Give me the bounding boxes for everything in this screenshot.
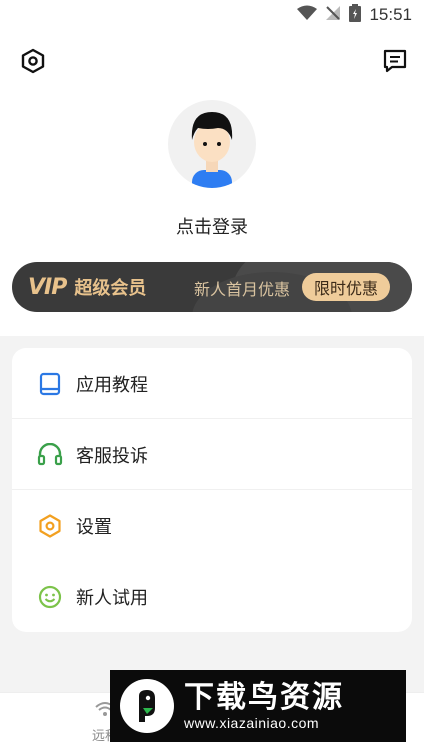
message-icon	[383, 49, 407, 73]
menu-item-support[interactable]: 客服投诉	[12, 419, 412, 490]
watermark-bird-icon	[120, 679, 174, 733]
settings-button[interactable]	[18, 46, 48, 76]
menu-item-label: 客服投诉	[76, 445, 148, 467]
menu-item-trial[interactable]: 新人试用	[12, 561, 412, 632]
menu-item-settings[interactable]: 设置	[12, 490, 412, 561]
watermark-url: www.xiazainiao.com	[184, 715, 320, 731]
watermark: 下载鸟资源 www.xiazainiao.com	[110, 670, 406, 742]
hexagon-settings-icon	[21, 48, 45, 74]
menu-item-label: 新人试用	[76, 587, 148, 609]
avatar[interactable]	[168, 100, 256, 188]
menu-item-tutorial[interactable]: 应用教程	[12, 348, 412, 419]
watermark-title: 下载鸟资源	[184, 680, 344, 715]
menu-item-label: 设置	[76, 516, 112, 538]
vip-promo-text: 新人首月优惠	[194, 280, 291, 299]
vip-title: 超级会员	[74, 278, 147, 299]
headset-icon	[37, 442, 63, 468]
battery-icon	[349, 4, 362, 26]
wifi-icon	[297, 5, 318, 25]
login-link[interactable]: 点击登录	[0, 213, 424, 239]
message-button[interactable]	[380, 46, 410, 76]
vip-badge-button[interactable]: 限时优惠	[301, 273, 390, 301]
status-time: 15:51	[369, 5, 412, 24]
vip-logo: VIP	[28, 274, 67, 300]
smile-icon	[37, 584, 63, 610]
hexagon-settings-icon	[37, 513, 63, 539]
menu-item-label: 应用教程	[76, 374, 148, 396]
status-bar: 15:51	[0, 0, 424, 30]
vip-banner[interactable]: VIP 超级会员 新人首月优惠 限时优惠	[12, 262, 412, 312]
book-icon	[37, 371, 63, 397]
menu-card: 应用教程 客服投诉 设置 新人试用	[12, 348, 412, 632]
no-signal-icon	[325, 5, 341, 25]
